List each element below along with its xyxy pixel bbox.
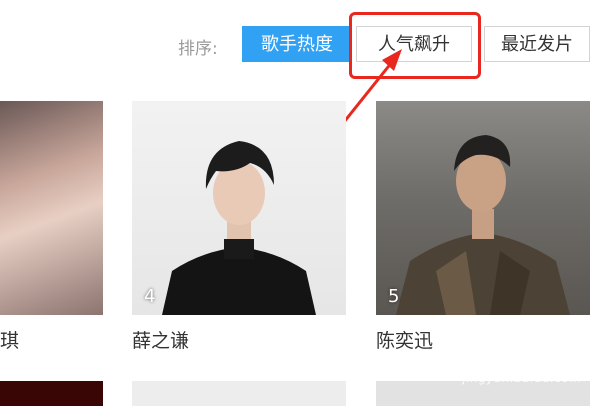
singer-photo[interactable]: 5 xyxy=(376,101,590,315)
singer-portrait-icon xyxy=(396,135,570,315)
singer-name[interactable]: 薛之谦 xyxy=(132,326,189,353)
rank-badge: 4 xyxy=(144,286,156,307)
rank-badge: 5 xyxy=(388,286,400,307)
singer-photo-next-row[interactable] xyxy=(0,381,103,406)
singer-photo-next-row[interactable] xyxy=(132,381,346,406)
watermark-text: 经验 xyxy=(528,346,568,370)
singer-portrait-icon xyxy=(162,141,316,315)
singer-name[interactable]: 陈奕迅 xyxy=(376,326,433,353)
singer-name[interactable]: 琪 xyxy=(0,326,19,353)
watermark-url: jingyan.baidu.com xyxy=(462,371,582,385)
singer-photo[interactable]: 4 xyxy=(132,101,346,315)
singer-photo[interactable] xyxy=(0,101,103,315)
baidu-jingyan-watermark: Bai 度 经验 jingyan.baidu.com xyxy=(462,340,582,390)
watermark-logo: Bai 度 xyxy=(462,346,536,371)
